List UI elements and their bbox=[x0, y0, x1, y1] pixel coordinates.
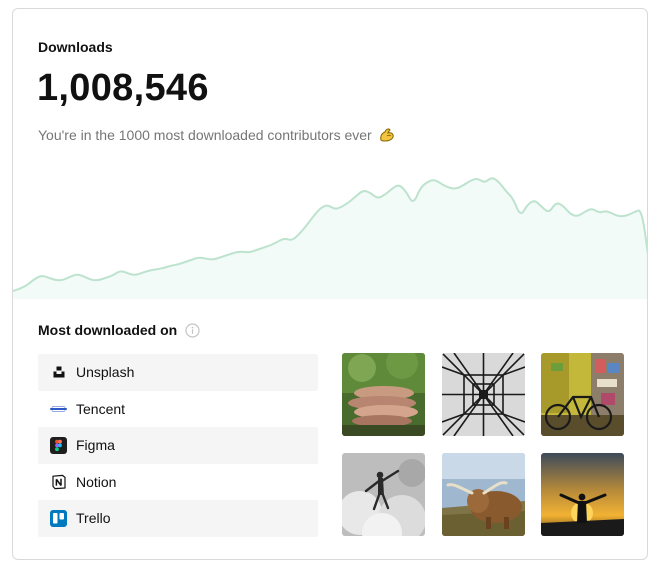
platform-item-figma[interactable]: Figma bbox=[38, 427, 318, 464]
platform-item-notion[interactable]: Notion bbox=[38, 464, 318, 501]
power-tower-photo[interactable] bbox=[442, 353, 525, 436]
bicycle-wall-photo[interactable] bbox=[541, 353, 624, 436]
platform-label: Notion bbox=[76, 473, 117, 490]
stacked-hands-photo[interactable] bbox=[342, 353, 425, 436]
tencent-logo-icon bbox=[50, 400, 67, 417]
unsplash-logo-icon bbox=[50, 364, 67, 381]
platform-item-tencent[interactable]: Tencent bbox=[38, 391, 318, 428]
trello-logo-icon bbox=[50, 509, 67, 527]
jumping-person-photo[interactable] bbox=[342, 453, 425, 536]
most-downloaded-title: Most downloaded on bbox=[38, 322, 178, 338]
top-photos-grid bbox=[342, 353, 625, 537]
platform-label: Trello bbox=[76, 510, 111, 527]
figma-logo-icon bbox=[50, 436, 67, 454]
total-downloads: 1,008,546 bbox=[37, 67, 209, 109]
flexed-biceps-icon bbox=[378, 126, 396, 144]
platform-label: Unsplash bbox=[76, 364, 135, 381]
info-icon[interactable] bbox=[185, 322, 200, 338]
platform-label: Figma bbox=[76, 437, 115, 454]
platform-label: Tencent bbox=[76, 400, 126, 417]
platform-item-unsplash[interactable]: Unsplash bbox=[38, 354, 318, 391]
downloads-card: Downloads 1,008,546 You're in the 1000 m… bbox=[12, 8, 648, 560]
highland-cow-photo[interactable] bbox=[442, 453, 525, 536]
downloads-label: Downloads bbox=[38, 39, 113, 55]
contributor-rank-label: You're in the 1000 most downloaded contr… bbox=[38, 127, 372, 143]
trend-area bbox=[13, 178, 647, 299]
sunset-silhouette-photo[interactable] bbox=[541, 453, 624, 536]
downloads-trend-chart bbox=[13, 159, 647, 299]
notion-logo-icon bbox=[50, 473, 67, 490]
platform-item-trello[interactable]: Trello bbox=[38, 500, 318, 537]
platform-list: Unsplash Tencent Figma Notion Trello bbox=[38, 354, 318, 537]
most-downloaded-heading: Most downloaded on bbox=[38, 322, 200, 338]
contributor-rank-text: You're in the 1000 most downloaded contr… bbox=[38, 126, 396, 144]
